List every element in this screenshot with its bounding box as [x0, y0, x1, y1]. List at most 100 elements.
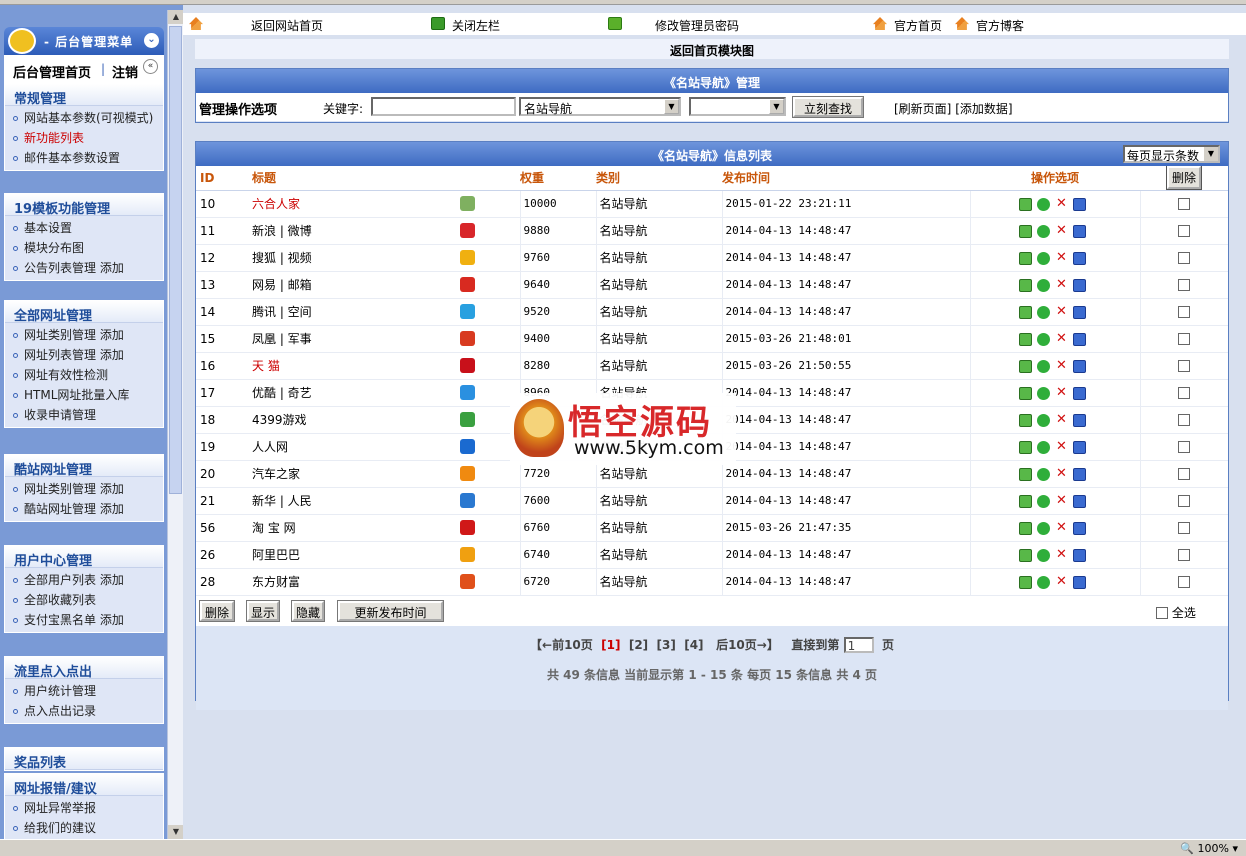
link-check-icon[interactable]	[1073, 413, 1086, 427]
sidebar-item[interactable]: 网站基本参数(可视模式)	[5, 106, 163, 126]
delete-header-button[interactable]: 删除	[1165, 165, 1203, 191]
sidebar-item[interactable]: 收录申请管理	[5, 403, 163, 423]
edit-icon[interactable]	[1019, 386, 1032, 400]
sidebar-scrollbar[interactable]: ▲ ▼	[167, 10, 184, 839]
scroll-thumb[interactable]	[169, 26, 182, 494]
cell-title[interactable]: 新华 | 人民	[252, 487, 460, 515]
sidebar-item[interactable]: 公告列表管理 添加	[5, 256, 163, 276]
cell-title[interactable]: 搜狐 | 视频	[252, 244, 460, 272]
edit-icon[interactable]	[1019, 224, 1032, 238]
approve-icon[interactable]	[1037, 359, 1050, 373]
sidebar-item[interactable]: 全部用户列表 添加	[5, 568, 163, 588]
link-check-icon[interactable]	[1073, 575, 1086, 589]
row-checkbox[interactable]	[1178, 495, 1191, 507]
delete-icon[interactable]: ✕	[1055, 413, 1068, 427]
row-checkbox[interactable]	[1178, 306, 1191, 318]
prev-10-link[interactable]: 【←前10页	[530, 638, 593, 652]
delete-icon[interactable]: ✕	[1055, 386, 1068, 400]
next-10-link[interactable]: 后10页→】	[716, 638, 779, 652]
edit-icon[interactable]	[1019, 305, 1032, 319]
approve-icon[interactable]	[1037, 575, 1050, 589]
cell-title[interactable]: 六合人家	[252, 190, 460, 218]
sidebar-item[interactable]: 邮件基本参数设置	[5, 146, 163, 166]
cell-title[interactable]: 淘 宝 网	[252, 514, 460, 542]
link-check-icon[interactable]	[1073, 386, 1086, 400]
link-check-icon[interactable]	[1073, 521, 1086, 535]
page-link-3[interactable]: [3]	[657, 638, 676, 652]
link-check-icon[interactable]	[1073, 224, 1086, 238]
scroll-up-icon[interactable]: ▲	[168, 10, 184, 24]
row-checkbox[interactable]	[1178, 279, 1191, 291]
edit-icon[interactable]	[1019, 494, 1032, 508]
logout-link[interactable]: 注销	[112, 62, 138, 81]
sidebar-group-title[interactable]: 19模板功能管理	[5, 194, 163, 217]
goto-page-select[interactable]: 1	[843, 637, 874, 653]
approve-icon[interactable]	[1037, 386, 1050, 400]
link-check-icon[interactable]	[1073, 332, 1086, 346]
official-blog-link[interactable]: 官方博客	[976, 17, 1024, 34]
row-checkbox[interactable]	[1178, 225, 1191, 237]
secondary-select[interactable]: ▼	[689, 97, 786, 116]
approve-icon[interactable]	[1037, 305, 1050, 319]
back-home-link[interactable]: 返回网站首页	[251, 17, 323, 34]
edit-icon[interactable]	[1019, 251, 1032, 265]
sidebar-item[interactable]: 新功能列表	[5, 126, 163, 146]
edit-icon[interactable]	[1019, 413, 1032, 427]
link-check-icon[interactable]	[1073, 251, 1086, 265]
cell-title[interactable]: 新浪 | 微博	[252, 217, 460, 245]
approve-icon[interactable]	[1037, 521, 1050, 535]
delete-icon[interactable]: ✕	[1055, 467, 1068, 481]
sidebar-group-title[interactable]: 网址报错/建议	[5, 774, 163, 797]
cell-title[interactable]: 优酷 | 奇艺	[252, 379, 460, 407]
row-checkbox[interactable]	[1178, 414, 1191, 426]
delete-icon[interactable]: ✕	[1055, 278, 1068, 292]
delete-icon[interactable]: ✕	[1055, 494, 1068, 508]
cell-title[interactable]: 阿里巴巴	[252, 541, 460, 569]
search-button[interactable]: 立刻查找	[792, 96, 864, 118]
edit-icon[interactable]	[1019, 440, 1032, 454]
cell-title[interactable]: 东方财富	[252, 568, 460, 596]
sidebar-item[interactable]: 全部收藏列表	[5, 588, 163, 608]
sidebar-group-title[interactable]: 常规管理	[5, 84, 163, 107]
edit-icon[interactable]	[1019, 548, 1032, 562]
sidebar-item[interactable]: 网址类别管理 添加	[5, 323, 163, 343]
sidebar-group-title[interactable]: 酷站网址管理	[5, 455, 163, 478]
admin-home-link[interactable]: 后台管理首页	[13, 62, 91, 81]
row-checkbox[interactable]	[1178, 441, 1191, 453]
approve-icon[interactable]	[1037, 224, 1050, 238]
approve-icon[interactable]	[1037, 197, 1050, 211]
delete-icon[interactable]: ✕	[1055, 197, 1068, 211]
module-map-link[interactable]: 返回首页模块图	[195, 39, 1229, 59]
close-left-link[interactable]: 关闭左栏	[452, 17, 500, 34]
link-check-icon[interactable]	[1073, 494, 1086, 508]
row-checkbox[interactable]	[1178, 387, 1191, 399]
edit-icon[interactable]	[1019, 521, 1032, 535]
category-select[interactable]: 名站导航 ▼	[519, 97, 681, 116]
cell-title[interactable]: 网易 | 邮箱	[252, 271, 460, 299]
change-admin-password-link[interactable]: 修改管理员密码	[655, 17, 739, 34]
page-link-4[interactable]: [4]	[684, 638, 703, 652]
select-all[interactable]: 全选	[1156, 604, 1196, 621]
cell-title[interactable]: 天 猫	[252, 352, 460, 380]
edit-icon[interactable]	[1019, 197, 1032, 211]
delete-icon[interactable]: ✕	[1055, 521, 1068, 535]
show-button[interactable]: 显示	[246, 599, 280, 622]
cell-title[interactable]: 人人网	[252, 433, 460, 461]
approve-icon[interactable]	[1037, 440, 1050, 454]
sidebar-item[interactable]: HTML网址批量入库	[5, 383, 163, 403]
keyword-input[interactable]	[371, 97, 516, 116]
sidebar-item[interactable]: 网址异常举报	[5, 796, 163, 816]
sidebar-item[interactable]: 给我们的建议	[5, 816, 163, 836]
approve-icon[interactable]	[1037, 332, 1050, 346]
cell-title[interactable]: 腾讯 | 空间	[252, 298, 460, 326]
cell-title[interactable]: 汽车之家	[252, 460, 460, 488]
cell-title[interactable]: 凤凰 | 军事	[252, 325, 460, 353]
approve-icon[interactable]	[1037, 494, 1050, 508]
sidebar-item[interactable]: 网址有效性检测	[5, 363, 163, 383]
row-checkbox[interactable]	[1178, 522, 1191, 534]
link-check-icon[interactable]	[1073, 440, 1086, 454]
row-checkbox[interactable]	[1178, 549, 1191, 561]
sidebar-group-title[interactable]: 奖品列表	[5, 748, 163, 771]
delete-icon[interactable]: ✕	[1055, 440, 1068, 454]
per-page-select[interactable]: 每页显示条数 ▼	[1123, 145, 1220, 163]
